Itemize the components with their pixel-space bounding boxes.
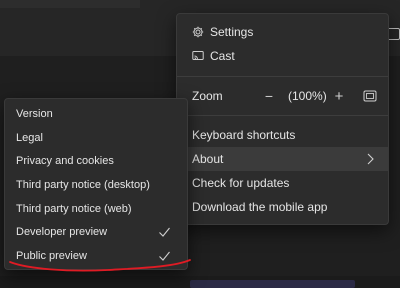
checkmark-icon — [159, 227, 170, 237]
chevron-right-icon — [367, 153, 374, 165]
zoom-out-button[interactable]: − — [261, 84, 277, 108]
gear-icon — [192, 26, 204, 38]
submenu-item-version[interactable]: Version — [5, 102, 187, 126]
zoom-value: (100%) — [288, 89, 327, 103]
menu-item-cast-label: Cast — [210, 49, 235, 63]
menu-item-download-app-label: Download the mobile app — [192, 200, 328, 214]
menu-item-cast[interactable]: Cast — [177, 44, 388, 68]
fullscreen-icon[interactable] — [363, 89, 377, 103]
menu-item-about[interactable]: About — [177, 147, 388, 171]
settings-menu: Settings Cast Zoom − (100%) + Keyboard s… — [176, 13, 389, 225]
menu-divider — [177, 115, 388, 116]
submenu-item-privacy[interactable]: Privacy and cookies — [5, 149, 187, 173]
submenu-item-third-party-web[interactable]: Third party notice (web) — [5, 197, 187, 221]
background-strip — [190, 280, 355, 288]
submenu-item-third-party-desktop[interactable]: Third party notice (desktop) — [5, 173, 187, 197]
menu-item-keyboard-shortcuts[interactable]: Keyboard shortcuts — [177, 123, 388, 147]
submenu-item-label: Privacy and cookies — [16, 155, 114, 167]
menu-item-settings[interactable]: Settings — [177, 20, 388, 44]
menu-item-keyboard-shortcuts-label: Keyboard shortcuts — [192, 128, 296, 142]
submenu-item-label: Legal — [16, 132, 43, 144]
submenu-item-developer-preview[interactable]: Developer preview — [5, 220, 187, 244]
zoom-label: Zoom — [192, 89, 223, 103]
menu-item-download-app[interactable]: Download the mobile app — [177, 195, 388, 219]
header-search-stub[interactable] — [0, 0, 140, 8]
cast-icon — [192, 51, 204, 60]
menu-divider — [177, 76, 388, 77]
submenu-item-legal[interactable]: Legal — [5, 126, 187, 150]
menu-item-check-updates-label: Check for updates — [192, 176, 290, 190]
menu-item-check-updates[interactable]: Check for updates — [177, 171, 388, 195]
submenu-item-label: Third party notice (desktop) — [16, 179, 150, 191]
submenu-item-label: Third party notice (web) — [16, 203, 132, 215]
menu-item-settings-label: Settings — [210, 25, 254, 39]
zoom-in-button[interactable]: + — [331, 84, 347, 108]
menu-item-zoom: Zoom − (100%) + — [177, 84, 388, 108]
submenu-item-label: Version — [16, 108, 53, 120]
submenu-item-label: Developer preview — [16, 226, 108, 238]
about-submenu: Version Legal Privacy and cookies Third … — [4, 98, 188, 270]
red-annotation-underline — [9, 259, 191, 272]
menu-item-about-label: About — [192, 152, 224, 166]
